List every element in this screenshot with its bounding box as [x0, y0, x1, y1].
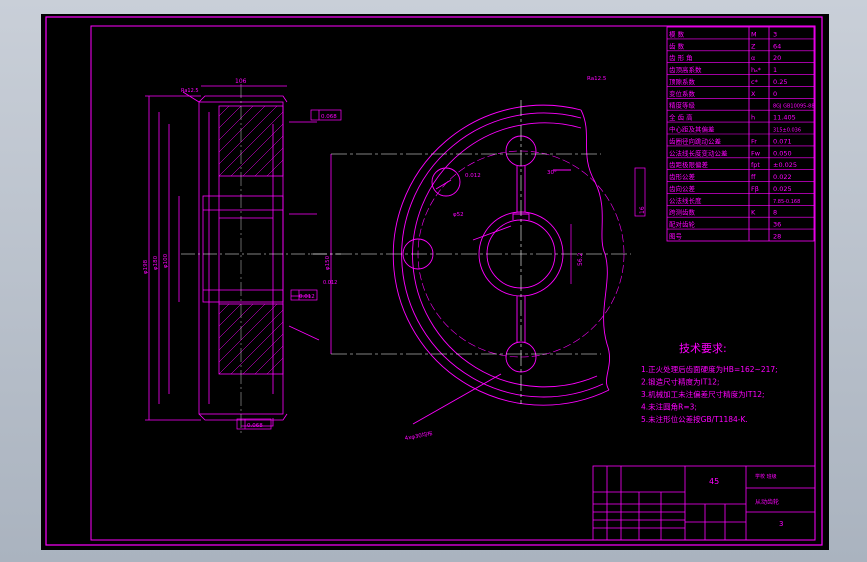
param-symbol: ff: [751, 173, 756, 181]
dim-hole-runout: 0.012: [465, 173, 481, 179]
param-name: 齿 形 角: [669, 53, 693, 62]
param-symbol: fpt: [751, 161, 760, 169]
dim-holes: 4xφ30均布: [404, 429, 434, 442]
param-symbol: K: [751, 209, 756, 217]
param-rows: 模 数 M 3 齿 数 Z 64 齿 形 角 α 20 齿顶高系数 hₐ* 1 顶隙系数 c* 0.25 变位…: [667, 29, 815, 241]
title-block: [592, 465, 816, 541]
dim-runout-top: 0.068: [321, 114, 337, 120]
param-value: 0.050: [773, 149, 792, 157]
param-name: 齿向公差: [669, 184, 696, 193]
param-symbol: M: [751, 30, 757, 38]
tech-reqs: 1.正火处理后齿面硬度为HB=162~217; 2.锻造尺寸精度为IT12; 3.机…: [641, 364, 778, 424]
param-value: 0: [773, 90, 777, 98]
dim-outer: φ198: [143, 259, 149, 274]
dim-runout-bottom: 0.068: [247, 423, 263, 429]
dim-pcd: φ150: [325, 255, 331, 270]
param-name: 精度等级: [669, 101, 696, 110]
param-name: 全 齿 高: [669, 113, 693, 122]
param-name: 齿距极限偏差: [669, 160, 709, 169]
param-value: 36: [773, 221, 781, 229]
param-name: 齿 数: [669, 41, 685, 50]
param-name: 模 数: [669, 29, 685, 38]
param-name: 齿形公差: [669, 172, 696, 181]
param-value: 8: [773, 209, 777, 217]
param-value: 1: [773, 66, 777, 74]
dim-width: 106: [235, 78, 247, 85]
param-value: 28: [773, 233, 781, 241]
dim-flat: 0.012: [299, 294, 315, 300]
param-name: 公法线长度变动公差: [669, 148, 728, 157]
param-value: ±0.025: [773, 161, 797, 169]
dim-hub: φ100: [163, 253, 169, 268]
param-name: 变位系数: [669, 89, 696, 98]
gear-drawing: 106 0.068 0.012 0.068 φ198 φ180 φ100 φ15…: [45, 16, 823, 546]
school-label: 学校 班级: [755, 473, 777, 480]
param-symbol: X: [751, 90, 756, 98]
sheet-number: 3: [779, 520, 783, 528]
param-name: 配对齿轮: [669, 220, 696, 229]
param-value: 7.85-0.168: [773, 199, 800, 205]
param-symbol: Fβ: [751, 185, 759, 193]
param-value: 3: [773, 30, 777, 38]
rough-1: Ra12.5: [181, 88, 199, 94]
param-name: 齿顶高系数: [669, 65, 702, 74]
param-name: 图号: [669, 233, 683, 241]
param-value: 0.022: [773, 173, 792, 181]
param-value: 0.025: [773, 185, 792, 193]
dim-angle: 30°: [547, 170, 557, 176]
param-name: 中心距及其偏差: [669, 125, 715, 134]
tech-req-line: 3.机械加工未注偏差尺寸精度为IT12;: [641, 389, 765, 399]
param-symbol: Z: [751, 42, 756, 50]
material-mark: 45: [709, 477, 719, 486]
part-name: 从动齿轮: [755, 498, 779, 506]
dim-bore: φ52: [453, 212, 464, 218]
rough-2: Ra12.5: [587, 76, 607, 82]
tech-req-line: 5.未注形位公差按GB/T1184-K.: [641, 414, 748, 424]
param-name: 公法线长度: [669, 196, 702, 205]
param-symbol: α: [751, 54, 755, 62]
param-value: 315±0.036: [773, 128, 801, 134]
dim-root: φ180: [153, 255, 159, 270]
front-view: [392, 104, 625, 425]
drawing-sheet: 106 0.068 0.012 0.068 φ198 φ180 φ100 φ15…: [41, 14, 829, 550]
dim-kw-depth: 56.2: [577, 252, 584, 266]
dim-hub-runout: 0.012: [323, 280, 337, 286]
tech-req-line: 1.正火处理后齿面硬度为HB=162~217;: [641, 364, 778, 374]
param-name: 顶隙系数: [669, 77, 696, 86]
param-value: 11.405: [773, 114, 796, 122]
tech-req-line: 4.未注圆角R=3;: [641, 402, 697, 412]
param-symbol: Fr: [751, 137, 757, 145]
section-view: [145, 84, 341, 434]
param-value: 8GJ GB10095-88: [773, 104, 815, 110]
param-value: 0.25: [773, 78, 787, 86]
inner-frame: [90, 25, 816, 541]
tech-req-line: 2.锻造尺寸精度为IT12;: [641, 377, 720, 387]
param-symbol: Fw: [751, 149, 761, 157]
dim-keyway: 16: [639, 206, 646, 214]
param-value: 20: [773, 54, 781, 62]
param-value: 64: [773, 42, 781, 50]
tech-title: 技术要求:: [679, 342, 727, 355]
param-symbol: c*: [751, 78, 759, 86]
param-name: 齿圈径向跳动公差: [669, 136, 722, 145]
param-symbol: hₐ*: [751, 66, 762, 74]
param-symbol: h: [751, 114, 755, 122]
param-value: 0.071: [773, 137, 792, 145]
param-name: 跨测齿数: [669, 208, 696, 217]
